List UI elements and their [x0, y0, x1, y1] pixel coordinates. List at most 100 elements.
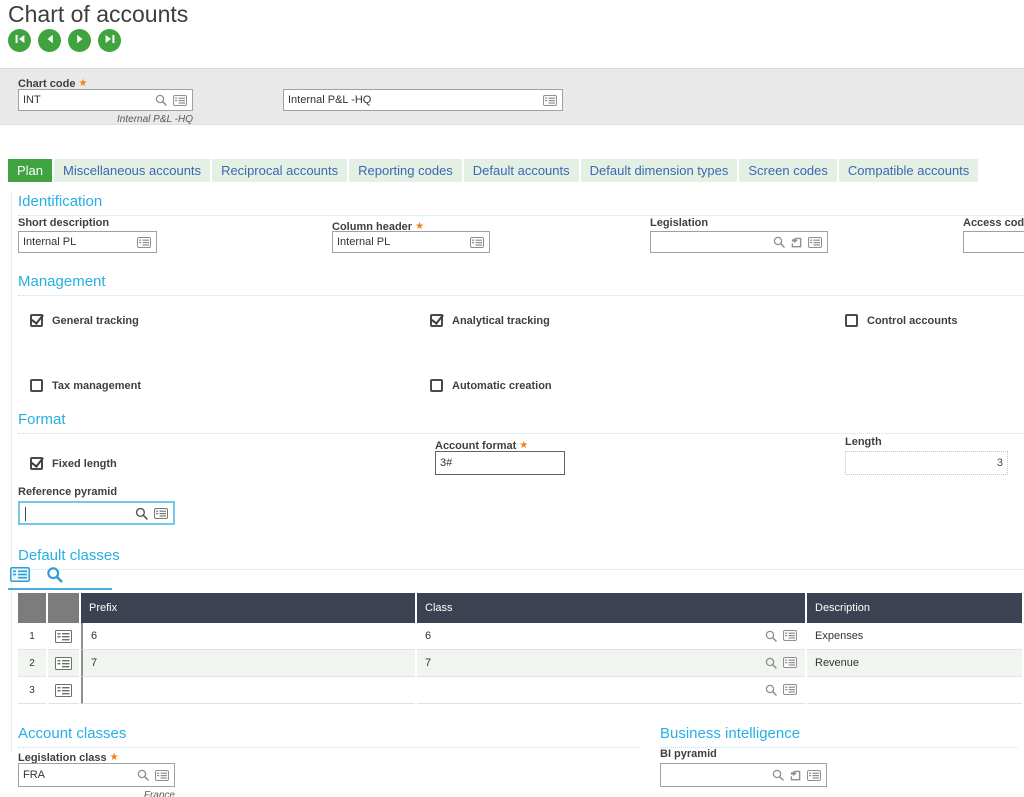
- search-icon[interactable]: [135, 507, 148, 520]
- cell-prefix[interactable]: [81, 677, 415, 704]
- checkbox-box: [430, 379, 443, 392]
- cell-class[interactable]: 6: [417, 623, 805, 650]
- chart-of-accounts-page: Chart of accounts Chart code★ Internal P…: [0, 0, 1024, 797]
- legislation-class-input[interactable]: [19, 769, 137, 781]
- legislation-class-field: [18, 763, 175, 787]
- legislation-field: [650, 231, 828, 253]
- row-card-icon[interactable]: [48, 650, 79, 677]
- access-code-field: [963, 231, 1024, 253]
- column-header-input[interactable]: [333, 236, 470, 248]
- checkbox-label: Fixed length: [52, 458, 117, 470]
- next-icon: [74, 33, 86, 48]
- text-cursor: [25, 507, 26, 521]
- next-record-button[interactable]: [68, 29, 91, 52]
- reference-pyramid-input[interactable]: [20, 507, 135, 519]
- previous-record-button[interactable]: [38, 29, 61, 52]
- search-icon[interactable]: [765, 684, 777, 696]
- skip-last-icon: [104, 33, 116, 48]
- content-frame-line: [11, 192, 12, 752]
- checkbox-label: Control accounts: [867, 315, 957, 327]
- control-accounts-checkbox[interactable]: Control accounts: [845, 314, 957, 327]
- grid-header-rownum: [18, 593, 46, 623]
- key-header-band: Chart code★ Internal P&L -HQ: [0, 68, 1024, 125]
- selection-list-icon[interactable]: [155, 770, 169, 781]
- selection-list-icon[interactable]: [137, 237, 151, 248]
- fixed-length-checkbox[interactable]: Fixed length: [30, 457, 117, 470]
- selection-list-icon[interactable]: [154, 508, 168, 519]
- length-field: [845, 451, 1008, 475]
- access-code-input[interactable]: [964, 236, 1024, 248]
- tax-management-checkbox[interactable]: Tax management: [30, 379, 141, 392]
- tab-plan[interactable]: Plan: [8, 159, 52, 182]
- selection-list-icon[interactable]: [470, 237, 484, 248]
- checkbox-label: Automatic creation: [452, 380, 552, 392]
- search-icon[interactable]: [765, 630, 777, 642]
- search-icon[interactable]: [773, 236, 785, 248]
- jump-to-icon[interactable]: [790, 770, 801, 781]
- table-row: 3: [18, 677, 1024, 704]
- tab-screen-codes[interactable]: Screen codes: [739, 159, 837, 182]
- chart-description-input[interactable]: [284, 94, 543, 106]
- selection-list-icon[interactable]: [543, 95, 557, 106]
- general-tracking-checkbox[interactable]: General tracking: [30, 314, 139, 327]
- short-description-input[interactable]: [19, 236, 137, 248]
- grid-header-prefix: Prefix: [81, 593, 415, 623]
- selection-list-icon[interactable]: [807, 770, 821, 781]
- checkbox-label: Analytical tracking: [452, 315, 550, 327]
- row-number: 1: [18, 623, 46, 650]
- checkbox-box: [845, 314, 858, 327]
- checkbox-box: [30, 457, 43, 470]
- legislation-input[interactable]: [651, 236, 773, 248]
- selection-list-icon[interactable]: [173, 95, 187, 106]
- tab-reciprocal-accounts[interactable]: Reciprocal accounts: [212, 159, 347, 182]
- row-card-icon[interactable]: [48, 677, 79, 704]
- selection-list-icon[interactable]: [783, 630, 797, 642]
- grid-search-icon[interactable]: [46, 566, 63, 583]
- chart-code-hint: Internal P&L -HQ: [18, 114, 193, 125]
- section-title-account-classes: Account classes: [18, 725, 640, 748]
- grid-toolbar-underline: [8, 588, 112, 590]
- tab-reporting-codes[interactable]: Reporting codes: [349, 159, 462, 182]
- bi-pyramid-input[interactable]: [661, 769, 772, 781]
- account-format-input[interactable]: [436, 457, 564, 469]
- grid-selection-list-icon[interactable]: [10, 567, 30, 582]
- section-title-business-intelligence: Business intelligence: [660, 725, 1018, 748]
- cell-class[interactable]: [417, 677, 805, 704]
- bi-pyramid-field: [660, 763, 827, 787]
- first-record-button[interactable]: [8, 29, 31, 52]
- search-icon[interactable]: [155, 94, 167, 106]
- grid-header-row: Prefix Class Description: [18, 593, 1024, 623]
- chart-code-input[interactable]: [19, 94, 155, 106]
- cell-description[interactable]: [807, 677, 1022, 704]
- section-title-default-classes: Default classes: [18, 547, 1024, 570]
- last-record-button[interactable]: [98, 29, 121, 52]
- selection-list-icon[interactable]: [808, 237, 822, 248]
- search-icon[interactable]: [765, 657, 777, 669]
- tab-miscellaneous-accounts[interactable]: Miscellaneous accounts: [54, 159, 210, 182]
- skip-first-icon: [14, 33, 26, 48]
- jump-to-icon[interactable]: [791, 237, 802, 248]
- page-title: Chart of accounts: [8, 1, 188, 28]
- length-label: Length: [845, 436, 882, 448]
- short-description-field: [18, 231, 157, 253]
- tab-default-dimension-types[interactable]: Default dimension types: [581, 159, 738, 182]
- cell-description[interactable]: Revenue: [807, 650, 1022, 677]
- cell-class-value: 6: [425, 630, 431, 642]
- access-code-label: Access code: [963, 217, 1024, 229]
- selection-list-icon[interactable]: [783, 684, 797, 696]
- tab-default-accounts[interactable]: Default accounts: [464, 159, 579, 182]
- cell-prefix[interactable]: 7: [81, 650, 415, 677]
- cell-class[interactable]: 7: [417, 650, 805, 677]
- checkbox-box: [30, 314, 43, 327]
- tab-compatible-accounts[interactable]: Compatible accounts: [839, 159, 978, 182]
- analytical-tracking-checkbox[interactable]: Analytical tracking: [430, 314, 550, 327]
- search-icon[interactable]: [772, 769, 784, 781]
- search-icon[interactable]: [137, 769, 149, 781]
- cell-description[interactable]: Expenses: [807, 623, 1022, 650]
- automatic-creation-checkbox[interactable]: Automatic creation: [430, 379, 552, 392]
- selection-list-icon[interactable]: [783, 657, 797, 669]
- cell-prefix[interactable]: 6: [81, 623, 415, 650]
- section-title-format: Format: [18, 411, 1024, 434]
- row-card-icon[interactable]: [48, 623, 79, 650]
- row-number: 3: [18, 677, 46, 704]
